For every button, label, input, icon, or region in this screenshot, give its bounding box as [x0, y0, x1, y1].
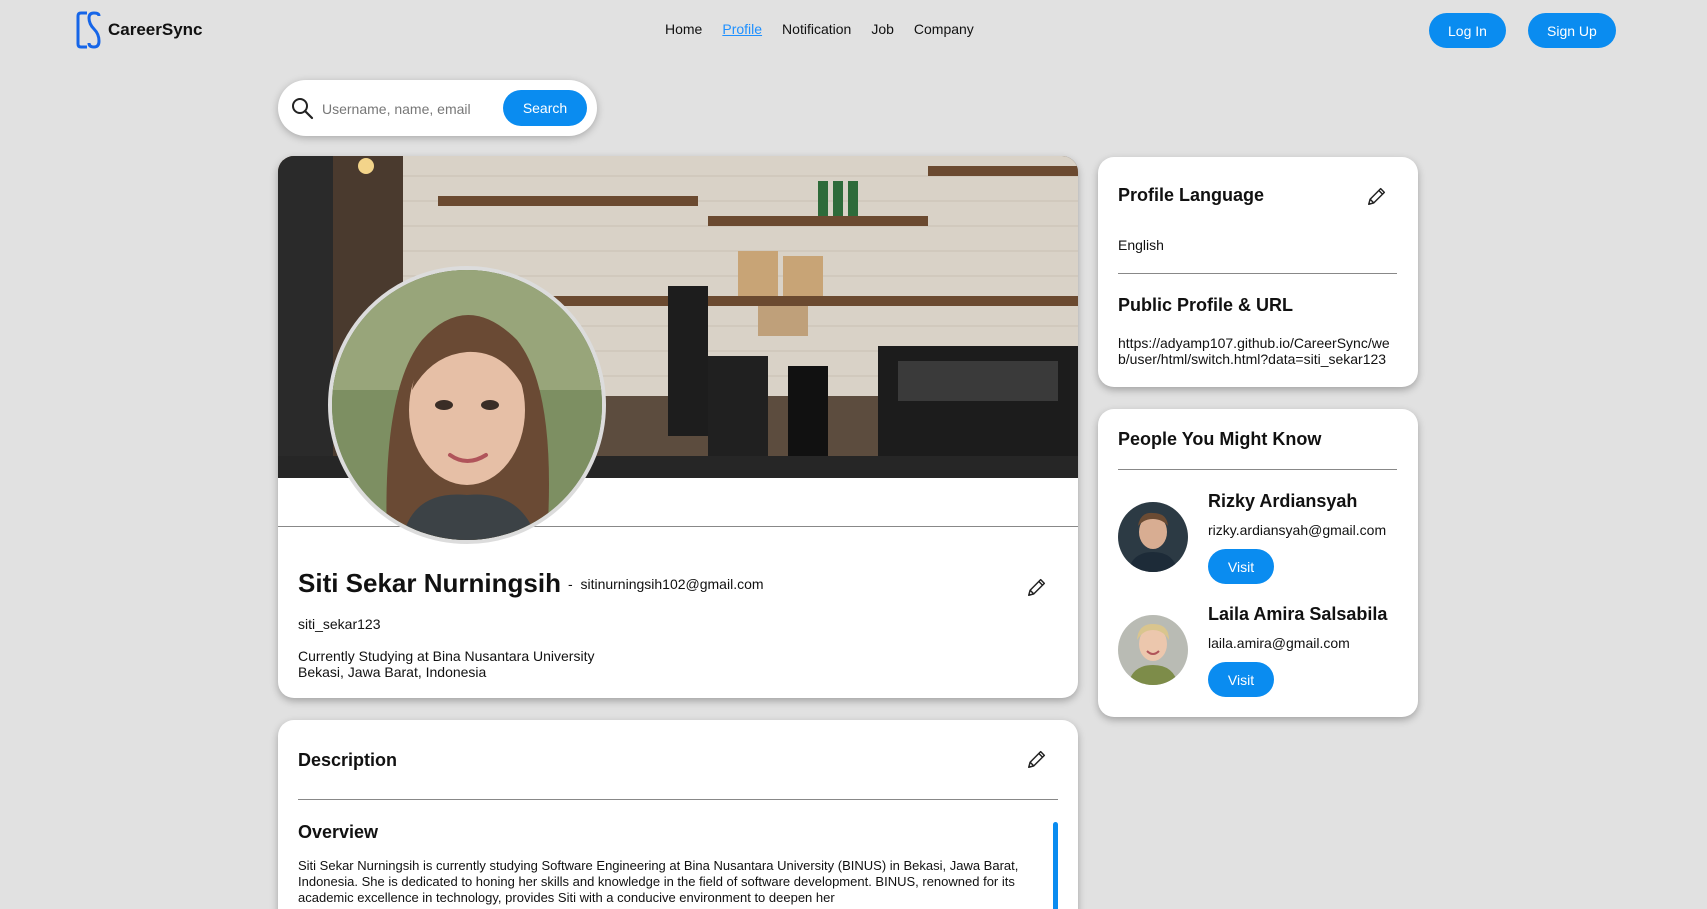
person-photo-rizky: [1118, 502, 1188, 572]
nav-company[interactable]: Company: [914, 21, 974, 37]
profile-avatar: [328, 266, 606, 544]
people-divider: [1118, 469, 1397, 470]
search-button[interactable]: Search: [503, 90, 587, 126]
language-divider: [1118, 273, 1397, 274]
visit-button[interactable]: Visit: [1208, 662, 1274, 697]
edit-description-icon[interactable]: [1026, 748, 1048, 770]
edit-profile-icon[interactable]: [1026, 576, 1048, 598]
description-scrollbar[interactable]: [1053, 822, 1058, 909]
overview-text: Siti Sekar Nurningsih is currently study…: [298, 858, 1019, 905]
search-bar: Search: [278, 80, 597, 136]
name-email-separator: -: [568, 576, 573, 592]
edit-language-icon[interactable]: [1366, 185, 1388, 207]
login-button[interactable]: Log In: [1429, 13, 1506, 48]
profile-email: sitinurningsih102@gmail.com: [580, 576, 764, 592]
profile-photo: [332, 270, 602, 540]
nav-notification[interactable]: Notification: [782, 21, 851, 37]
description-divider: [298, 799, 1058, 800]
person-avatar: [1118, 502, 1188, 572]
profile-card: Siti Sekar Nurningsih - sitinurningsih10…: [278, 156, 1078, 698]
signup-button[interactable]: Sign Up: [1528, 13, 1616, 48]
people-title: People You Might Know: [1118, 429, 1322, 449]
person-email: laila.amira@gmail.com: [1208, 635, 1350, 651]
nav-job[interactable]: Job: [871, 21, 894, 37]
profile-name: Siti Sekar Nurningsih: [298, 568, 561, 598]
profile-username: siti_sekar123: [298, 616, 381, 632]
description-card: Description Overview Siti Sekar Nurnings…: [278, 720, 1078, 909]
profile-language-card: Profile Language English Public Profile …: [1098, 157, 1418, 387]
nav-home[interactable]: Home: [665, 21, 702, 37]
person-avatar: [1118, 615, 1188, 685]
search-icon: [292, 98, 314, 120]
visit-button[interactable]: Visit: [1208, 549, 1274, 584]
profile-language-value: English: [1118, 237, 1164, 253]
public-profile-title: Public Profile & URL: [1118, 295, 1294, 315]
person-name: Rizky Ardiansyah: [1208, 491, 1358, 511]
people-you-might-know-card: People You Might Know Rizky Ardiansyah r…: [1098, 409, 1418, 717]
profile-status: Currently Studying at Bina Nusantara Uni…: [298, 648, 595, 664]
app-logo[interactable]: CareerSync: [76, 10, 203, 50]
public-profile-url[interactable]: https://adyamp107.github.io/CareerSync/w…: [1118, 335, 1400, 367]
nav-profile[interactable]: Profile: [722, 21, 762, 37]
overview-title: Overview: [298, 822, 379, 842]
profile-language-title: Profile Language: [1118, 185, 1265, 205]
description-title: Description: [298, 750, 398, 770]
person-email: rizky.ardiansyah@gmail.com: [1208, 522, 1387, 538]
top-navbar: CareerSync Home Profile Notification Job…: [0, 0, 1707, 60]
search-input[interactable]: [322, 98, 482, 120]
person-name: Laila Amira Salsabila: [1208, 604, 1388, 624]
profile-location: Bekasi, Jawa Barat, Indonesia: [298, 664, 487, 680]
person-photo-laila: [1118, 615, 1188, 685]
profile-email-line: - sitinurningsih102@gmail.com: [568, 576, 764, 592]
careersync-logo-icon: [76, 11, 101, 49]
app-name: CareerSync: [108, 20, 203, 39]
main-nav: Home Profile Notification Job Company: [665, 21, 974, 37]
